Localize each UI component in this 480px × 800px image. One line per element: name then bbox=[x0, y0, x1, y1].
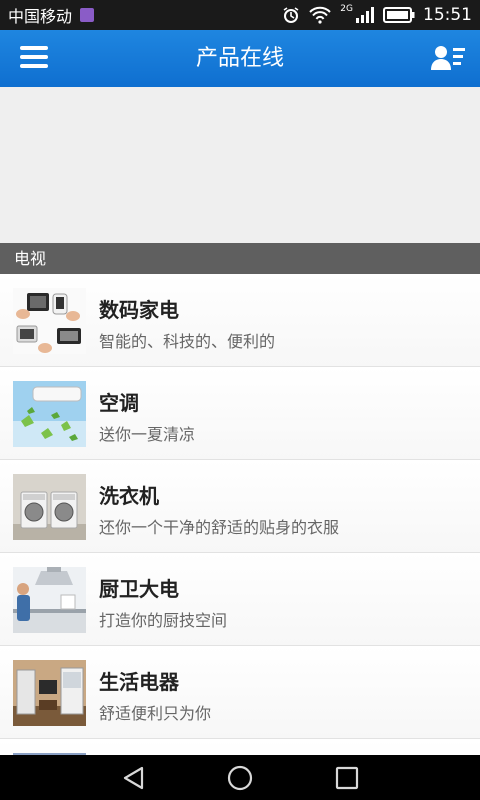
section-header: 电视 bbox=[0, 243, 480, 274]
list-item-kitchen-appliances[interactable]: 厨卫大电 打造你的厨技空间 bbox=[0, 553, 480, 646]
status-bar: 中国移动 2G 15:51 bbox=[0, 0, 480, 30]
list-item-digital-appliances[interactable]: 数码家电 智能的、科技的、便利的 bbox=[0, 274, 480, 367]
alarm-icon bbox=[283, 7, 299, 23]
signal-icon bbox=[356, 7, 374, 23]
network-type-label: 2G bbox=[340, 4, 353, 14]
digital-appliances-thumbnail bbox=[13, 288, 86, 354]
list-item-subtitle: 打造你的厨技空间 bbox=[99, 611, 228, 630]
list-item-title: 空调 bbox=[99, 391, 139, 415]
product-category-list: 数码家电 智能的、科技的、便利的 空调 送你一夏清凉 洗衣机 还你一个干净的舒适… bbox=[0, 274, 480, 755]
washing-machine-thumbnail bbox=[13, 474, 86, 540]
recent-apps-square-icon[interactable] bbox=[333, 764, 361, 792]
status-left: 中国移动 bbox=[8, 0, 95, 30]
list-item-partial[interactable] bbox=[0, 739, 480, 755]
battery-icon bbox=[383, 7, 415, 23]
list-item-air-conditioner[interactable]: 空调 送你一夏清凉 bbox=[0, 367, 480, 460]
list-item-title: 洗衣机 bbox=[99, 484, 159, 508]
air-conditioner-thumbnail bbox=[13, 381, 86, 447]
page-title: 产品在线 bbox=[195, 46, 284, 71]
user-list-icon[interactable] bbox=[430, 44, 466, 74]
kitchen-appliances-thumbnail bbox=[13, 567, 86, 633]
carrier-label: 中国移动 bbox=[8, 7, 73, 26]
list-item-subtitle: 智能的、科技的、便利的 bbox=[99, 332, 276, 351]
gallery-notification-icon bbox=[80, 8, 95, 22]
list-item-title: 数码家电 bbox=[99, 298, 179, 322]
list-item-washing-machine[interactable]: 洗衣机 还你一个干净的舒适的贴身的衣服 bbox=[0, 460, 480, 553]
list-item-subtitle: 舒适便利只为你 bbox=[99, 704, 212, 723]
banner-area[interactable] bbox=[0, 87, 480, 243]
list-item-subtitle: 还你一个干净的舒适的贴身的衣服 bbox=[99, 518, 340, 537]
status-right: 2G 15:51 bbox=[282, 0, 472, 30]
list-item-home-appliances[interactable]: 生活电器 舒适便利只为你 bbox=[0, 646, 480, 739]
clock: 15:51 bbox=[423, 5, 472, 25]
system-navigation-bar bbox=[0, 755, 480, 800]
home-appliances-thumbnail bbox=[13, 660, 86, 726]
app-bar: 产品在线 bbox=[0, 30, 480, 87]
list-item-subtitle: 送你一夏清凉 bbox=[99, 425, 196, 444]
list-item-title: 厨卫大电 bbox=[99, 577, 179, 601]
list-item-title: 生活电器 bbox=[99, 670, 179, 694]
back-triangle-icon[interactable] bbox=[120, 764, 148, 792]
home-circle-icon[interactable] bbox=[226, 764, 254, 792]
wifi-icon bbox=[309, 6, 332, 24]
